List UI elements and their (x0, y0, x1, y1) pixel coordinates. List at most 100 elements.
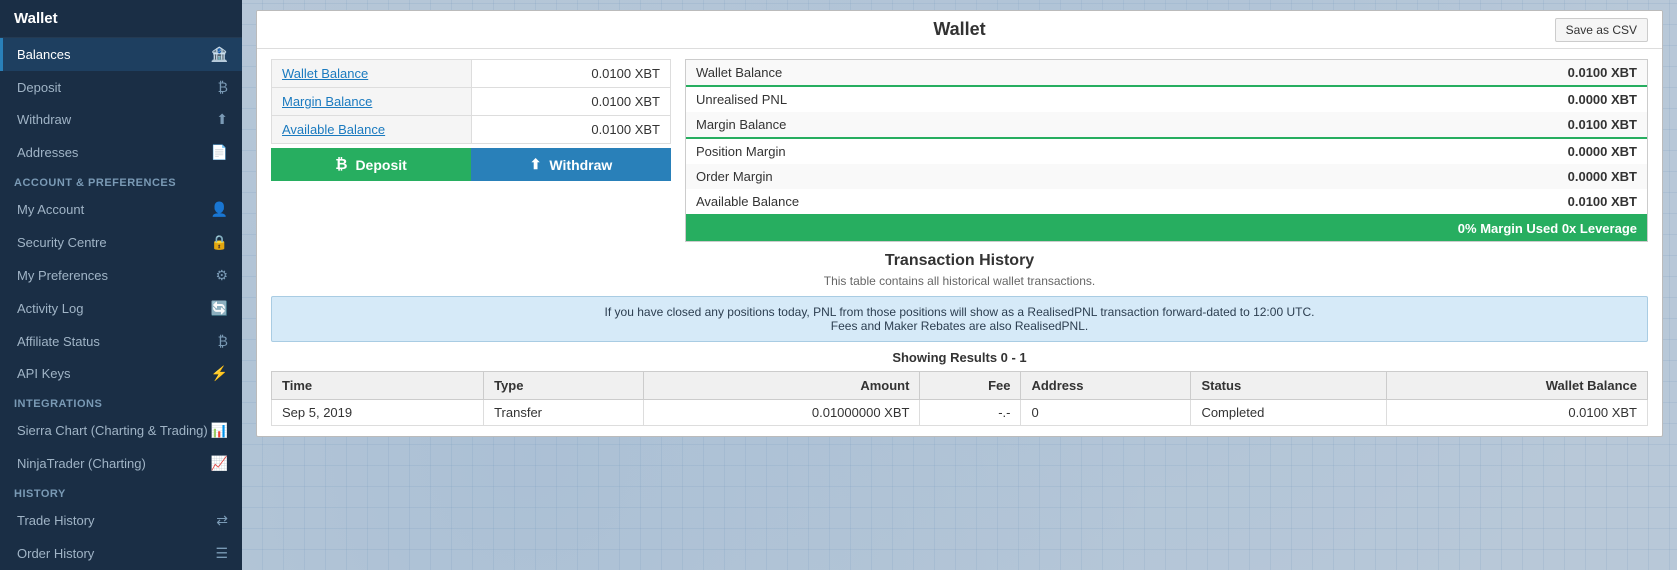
sidebar-item-my-account[interactable]: My Account 👤 (0, 193, 242, 226)
detail-unrealised-pnl-value: 0.0000 XBT (1243, 86, 1647, 112)
detail-position-margin-label: Position Margin (686, 138, 1243, 164)
available-balance-value: 0.0100 XBT (471, 116, 671, 144)
sidebar-item-ninja-label: NinjaTrader (Charting) (17, 456, 146, 471)
section-header-history: History (0, 480, 242, 504)
chart-line-icon: 📈 (211, 455, 228, 472)
info-box: If you have closed any positions today, … (271, 296, 1648, 342)
margin-balance-value: 0.0100 XBT (471, 88, 671, 116)
detail-order-margin-value: 0.0000 XBT (1243, 164, 1647, 189)
detail-available-balance-value: 0.0100 XBT (1243, 189, 1647, 215)
bitcoin-icon: ₿ (335, 156, 347, 173)
chart-bar-icon: 📊 (211, 422, 228, 439)
section-header-integrations: Integrations (0, 390, 242, 414)
section-header-account: Account & Preferences (0, 169, 242, 193)
col-address: Address (1021, 372, 1191, 400)
sidebar-item-withdraw-label: Withdraw (17, 112, 71, 127)
detail-margin-balance-label: Margin Balance (686, 112, 1243, 138)
table-row: Sep 5, 2019 Transfer 0.01000000 XBT -.- … (272, 400, 1648, 426)
deposit-withdraw-row: ₿ Deposit ⬆ Withdraw (271, 148, 671, 181)
sidebar-item-my-account-label: My Account (17, 202, 84, 217)
sidebar-item-order-label: Order History (17, 546, 94, 561)
trans-wallet-balance: 0.0100 XBT (1386, 400, 1647, 426)
sidebar-item-addresses-label: Addresses (17, 145, 78, 160)
panel-title: Wallet (933, 19, 985, 40)
sidebar-item-deposit[interactable]: Deposit ₿ (0, 71, 242, 103)
transfer-icon: ⇄ (216, 512, 228, 529)
sidebar-item-trade-label: Trade History (17, 513, 95, 528)
margin-balance-label[interactable]: Margin Balance (272, 88, 472, 116)
list-icon: ☰ (215, 545, 228, 562)
lightning-icon: ⚡ (211, 365, 228, 382)
sidebar: Wallet Balances 🏦 Deposit ₿ Withdraw ⬆ A… (0, 0, 242, 570)
sidebar-item-security-label: Security Centre (17, 235, 107, 250)
withdraw-button[interactable]: ⬆ Withdraw (471, 148, 671, 181)
table-row: Wallet Balance 0.0100 XBT (272, 60, 671, 88)
margin-used-row: 0% Margin Used 0x Leverage (686, 215, 1647, 241)
sidebar-item-trade-history[interactable]: Trade History ⇄ (0, 504, 242, 537)
table-row: Unrealised PNL 0.0000 XBT (686, 86, 1647, 112)
col-time: Time (272, 372, 484, 400)
sidebar-item-preferences-label: My Preferences (17, 268, 108, 283)
wallet-balance-value: 0.0100 XBT (471, 60, 671, 88)
table-row: Order Margin 0.0000 XBT (686, 164, 1647, 189)
wallet-balance-label[interactable]: Wallet Balance (272, 60, 472, 88)
sidebar-item-balances-label: Balances (17, 47, 70, 62)
sidebar-item-addresses[interactable]: Addresses 📄 (0, 136, 242, 169)
info-message: If you have closed any positions today, … (605, 305, 1315, 333)
balance-left: Wallet Balance 0.0100 XBT Margin Balance… (271, 59, 671, 242)
trans-address: 0 (1021, 400, 1191, 426)
detail-available-balance-label: Available Balance (686, 189, 1243, 215)
trans-fee: -.- (920, 400, 1021, 426)
wallet-panel: Wallet Save as CSV Wallet Balance 0.0100… (256, 10, 1663, 437)
sidebar-item-balances[interactable]: Balances 🏦 (0, 38, 242, 71)
balance-left-table: Wallet Balance 0.0100 XBT Margin Balance… (271, 59, 671, 144)
upload-withdraw-icon: ⬆ (530, 156, 542, 173)
transaction-section: Transaction History This table contains … (257, 252, 1662, 436)
sidebar-item-withdraw[interactable]: Withdraw ⬆ (0, 103, 242, 136)
col-type: Type (484, 372, 644, 400)
detail-order-margin-label: Order Margin (686, 164, 1243, 189)
col-amount: Amount (644, 372, 920, 400)
bitcoin-affiliate-icon: ₿ (218, 333, 228, 349)
withdraw-label: Withdraw (549, 157, 612, 173)
table-header-row: Time Type Amount Fee Address Status Wall… (272, 372, 1648, 400)
lock-icon: 🔒 (211, 234, 228, 251)
sidebar-item-affiliate-label: Affiliate Status (17, 334, 100, 349)
table-row: Margin Balance 0.0100 XBT (272, 88, 671, 116)
sidebar-item-sierra-label: Sierra Chart (Charting & Trading) (17, 423, 208, 438)
table-row: Wallet Balance 0.0100 XBT (686, 60, 1647, 86)
balance-detail-table: Wallet Balance 0.0100 XBT Unrealised PNL… (686, 60, 1647, 241)
sidebar-item-api-keys[interactable]: API Keys ⚡ (0, 357, 242, 390)
trans-time: Sep 5, 2019 (272, 400, 484, 426)
sidebar-header: Wallet (0, 0, 242, 38)
col-fee: Fee (920, 372, 1021, 400)
sidebar-item-sierra-chart[interactable]: Sierra Chart (Charting & Trading) 📊 (0, 414, 242, 447)
sidebar-item-security-centre[interactable]: Security Centre 🔒 (0, 226, 242, 259)
sidebar-item-api-label: API Keys (17, 366, 70, 381)
sidebar-item-ninjatrader[interactable]: NinjaTrader (Charting) 📈 (0, 447, 242, 480)
sidebar-item-preferences[interactable]: My Preferences ⚙ (0, 259, 242, 292)
history-icon: 🔄 (211, 300, 228, 317)
sidebar-item-deposit-label: Deposit (17, 80, 61, 95)
available-balance-label[interactable]: Available Balance (272, 116, 472, 144)
sidebar-item-affiliate-status[interactable]: Affiliate Status ₿ (0, 325, 242, 357)
col-status: Status (1191, 372, 1386, 400)
bank-icon: 🏦 (211, 46, 228, 63)
gear-icon: ⚙ (215, 267, 228, 284)
trans-status: Completed (1191, 400, 1386, 426)
trans-amount: 0.01000000 XBT (644, 400, 920, 426)
sidebar-item-order-history[interactable]: Order History ☰ (0, 537, 242, 570)
table-row: Available Balance 0.0100 XBT (686, 189, 1647, 215)
transaction-title: Transaction History (271, 252, 1648, 270)
bitcoin-deposit-icon: ₿ (218, 79, 228, 95)
sidebar-item-activity-log[interactable]: Activity Log 🔄 (0, 292, 242, 325)
deposit-button[interactable]: ₿ Deposit (271, 148, 471, 181)
table-row: Position Margin 0.0000 XBT (686, 138, 1647, 164)
sidebar-title: Wallet (14, 10, 58, 27)
save-csv-button[interactable]: Save as CSV (1555, 18, 1648, 42)
panel-header: Wallet Save as CSV (257, 11, 1662, 49)
detail-unrealised-pnl-label: Unrealised PNL (686, 86, 1243, 112)
margin-used-label: 0% Margin Used 0x Leverage (686, 215, 1647, 241)
transaction-subtitle: This table contains all historical walle… (271, 274, 1648, 288)
user-icon: 👤 (211, 201, 228, 218)
